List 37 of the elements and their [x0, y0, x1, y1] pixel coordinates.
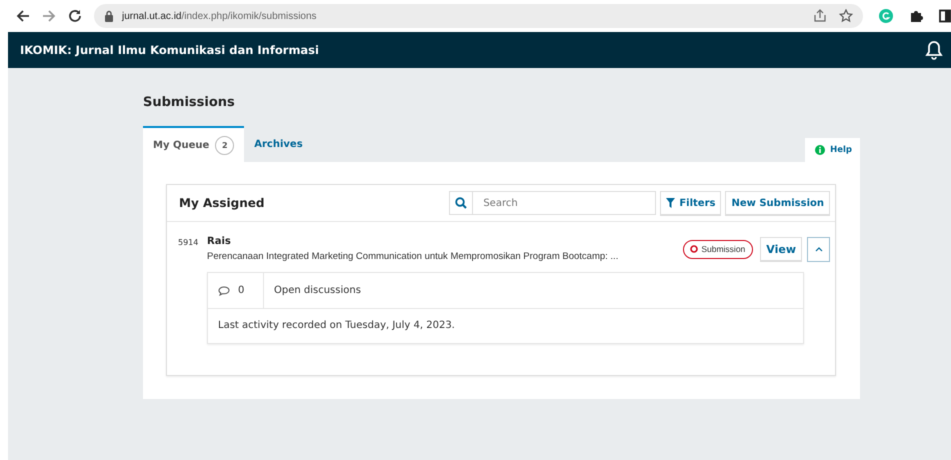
- count-badge: 2: [215, 136, 234, 154]
- view-button[interactable]: View: [760, 237, 802, 261]
- circle-icon: [690, 245, 698, 253]
- chevron-icon: [814, 246, 822, 252]
- help-button[interactable]: Help: [805, 138, 860, 162]
- lock-icon: [104, 10, 114, 22]
- submission-id: 5914: [178, 237, 200, 247]
- list-title: My Assigned: [179, 196, 264, 210]
- tab[interactable]: Archives: [244, 126, 313, 162]
- filters-button[interactable]: Filters: [660, 191, 722, 215]
- journal-title[interactable]: IKOMIK: Jurnal Ilmu Komunikasi dan Informasi: [20, 43, 925, 57]
- reload-icon: [68, 9, 82, 23]
- submission-title[interactable]: Perencanaan Integrated Marketing Communication untuk Mempromosikan Program Bootcamp: ...: [207, 251, 678, 262]
- expand-toggle[interactable]: [807, 236, 830, 262]
- stage-badge: Submission: [683, 240, 754, 258]
- sidebar-icon: [939, 9, 951, 23]
- info-icon: [815, 145, 826, 155]
- url-text: jurnal.ut.ac.id/index.php/ikomik/submissions: [122, 10, 317, 22]
- search-icon: [455, 197, 468, 209]
- author-name: Rais: [207, 236, 232, 247]
- page-title: Submissions: [143, 95, 236, 110]
- puzzle-icon: [909, 9, 923, 23]
- bell-icon: [925, 40, 943, 60]
- activity-text: Last activity recorded on Tuesday, July 4, 2023.: [217, 319, 456, 333]
- back-icon: [16, 9, 30, 23]
- share-icon: [813, 9, 827, 23]
- discussions-label: Open discussions: [273, 285, 361, 296]
- tab[interactable]: My Queue 2: [143, 126, 244, 162]
- filter-icon: [666, 198, 676, 208]
- address-bar[interactable]: jurnal.ut.ac.id/index.php/ikomik/submissions: [94, 4, 863, 28]
- comment-icon: [218, 286, 230, 296]
- forward-icon: [42, 9, 56, 23]
- extension-icon: [879, 9, 893, 23]
- new-submission-button[interactable]: New Submission: [725, 191, 830, 215]
- search-field[interactable]: Search: [473, 191, 656, 215]
- discussion-count: 0: [238, 285, 244, 296]
- star-icon: [839, 9, 853, 23]
